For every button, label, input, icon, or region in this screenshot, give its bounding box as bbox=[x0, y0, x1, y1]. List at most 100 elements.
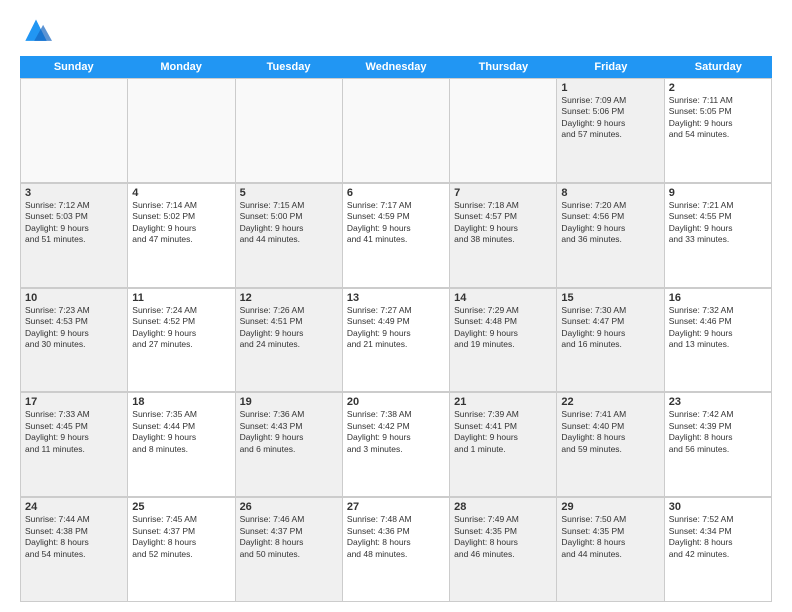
calendar-cell: 5Sunrise: 7:15 AM Sunset: 5:00 PM Daylig… bbox=[236, 183, 343, 287]
day-number: 14 bbox=[454, 292, 552, 304]
calendar-cell: 14Sunrise: 7:29 AM Sunset: 4:48 PM Dayli… bbox=[450, 288, 557, 392]
day-info: Sunrise: 7:29 AM Sunset: 4:48 PM Dayligh… bbox=[454, 305, 552, 351]
logo bbox=[20, 16, 56, 48]
header-day-sunday: Sunday bbox=[20, 56, 127, 78]
day-info: Sunrise: 7:41 AM Sunset: 4:40 PM Dayligh… bbox=[561, 409, 659, 455]
header-day-wednesday: Wednesday bbox=[342, 56, 449, 78]
calendar-cell: 29Sunrise: 7:50 AM Sunset: 4:35 PM Dayli… bbox=[557, 497, 664, 601]
calendar-cell: 30Sunrise: 7:52 AM Sunset: 4:34 PM Dayli… bbox=[665, 497, 772, 601]
calendar-cell bbox=[236, 78, 343, 182]
calendar-cell bbox=[450, 78, 557, 182]
calendar-cell: 19Sunrise: 7:36 AM Sunset: 4:43 PM Dayli… bbox=[236, 392, 343, 496]
calendar-cell: 13Sunrise: 7:27 AM Sunset: 4:49 PM Dayli… bbox=[343, 288, 450, 392]
day-info: Sunrise: 7:32 AM Sunset: 4:46 PM Dayligh… bbox=[669, 305, 767, 351]
calendar-cell: 18Sunrise: 7:35 AM Sunset: 4:44 PM Dayli… bbox=[128, 392, 235, 496]
calendar-cell: 20Sunrise: 7:38 AM Sunset: 4:42 PM Dayli… bbox=[343, 392, 450, 496]
day-number: 1 bbox=[561, 82, 659, 94]
calendar-cell: 27Sunrise: 7:48 AM Sunset: 4:36 PM Dayli… bbox=[343, 497, 450, 601]
day-info: Sunrise: 7:46 AM Sunset: 4:37 PM Dayligh… bbox=[240, 514, 338, 560]
day-number: 30 bbox=[669, 501, 767, 513]
calendar-cell: 8Sunrise: 7:20 AM Sunset: 4:56 PM Daylig… bbox=[557, 183, 664, 287]
day-info: Sunrise: 7:11 AM Sunset: 5:05 PM Dayligh… bbox=[669, 95, 767, 141]
day-number: 21 bbox=[454, 396, 552, 408]
calendar-cell bbox=[21, 78, 128, 182]
header-day-tuesday: Tuesday bbox=[235, 56, 342, 78]
calendar-cell: 26Sunrise: 7:46 AM Sunset: 4:37 PM Dayli… bbox=[236, 497, 343, 601]
day-info: Sunrise: 7:33 AM Sunset: 4:45 PM Dayligh… bbox=[25, 409, 123, 455]
day-info: Sunrise: 7:42 AM Sunset: 4:39 PM Dayligh… bbox=[669, 409, 767, 455]
calendar-cell: 23Sunrise: 7:42 AM Sunset: 4:39 PM Dayli… bbox=[665, 392, 772, 496]
day-number: 2 bbox=[669, 82, 767, 94]
calendar-week-5: 24Sunrise: 7:44 AM Sunset: 4:38 PM Dayli… bbox=[20, 497, 772, 602]
calendar-cell: 22Sunrise: 7:41 AM Sunset: 4:40 PM Dayli… bbox=[557, 392, 664, 496]
day-info: Sunrise: 7:38 AM Sunset: 4:42 PM Dayligh… bbox=[347, 409, 445, 455]
logo-icon bbox=[20, 16, 52, 48]
calendar-cell bbox=[343, 78, 450, 182]
day-number: 29 bbox=[561, 501, 659, 513]
day-info: Sunrise: 7:48 AM Sunset: 4:36 PM Dayligh… bbox=[347, 514, 445, 560]
day-info: Sunrise: 7:27 AM Sunset: 4:49 PM Dayligh… bbox=[347, 305, 445, 351]
calendar-cell: 2Sunrise: 7:11 AM Sunset: 5:05 PM Daylig… bbox=[665, 78, 772, 182]
day-number: 15 bbox=[561, 292, 659, 304]
day-info: Sunrise: 7:52 AM Sunset: 4:34 PM Dayligh… bbox=[669, 514, 767, 560]
calendar-cell: 17Sunrise: 7:33 AM Sunset: 4:45 PM Dayli… bbox=[21, 392, 128, 496]
calendar-cell: 28Sunrise: 7:49 AM Sunset: 4:35 PM Dayli… bbox=[450, 497, 557, 601]
day-number: 20 bbox=[347, 396, 445, 408]
day-number: 28 bbox=[454, 501, 552, 513]
header-day-friday: Friday bbox=[557, 56, 664, 78]
day-number: 5 bbox=[240, 187, 338, 199]
day-info: Sunrise: 7:30 AM Sunset: 4:47 PM Dayligh… bbox=[561, 305, 659, 351]
day-number: 19 bbox=[240, 396, 338, 408]
day-number: 27 bbox=[347, 501, 445, 513]
day-info: Sunrise: 7:49 AM Sunset: 4:35 PM Dayligh… bbox=[454, 514, 552, 560]
calendar: SundayMondayTuesdayWednesdayThursdayFrid… bbox=[20, 56, 772, 602]
day-number: 13 bbox=[347, 292, 445, 304]
day-number: 7 bbox=[454, 187, 552, 199]
day-number: 26 bbox=[240, 501, 338, 513]
day-info: Sunrise: 7:26 AM Sunset: 4:51 PM Dayligh… bbox=[240, 305, 338, 351]
day-info: Sunrise: 7:24 AM Sunset: 4:52 PM Dayligh… bbox=[132, 305, 230, 351]
calendar-cell: 24Sunrise: 7:44 AM Sunset: 4:38 PM Dayli… bbox=[21, 497, 128, 601]
day-number: 23 bbox=[669, 396, 767, 408]
page: SundayMondayTuesdayWednesdayThursdayFrid… bbox=[0, 0, 792, 612]
day-info: Sunrise: 7:15 AM Sunset: 5:00 PM Dayligh… bbox=[240, 200, 338, 246]
calendar-cell: 12Sunrise: 7:26 AM Sunset: 4:51 PM Dayli… bbox=[236, 288, 343, 392]
day-number: 8 bbox=[561, 187, 659, 199]
calendar-cell: 3Sunrise: 7:12 AM Sunset: 5:03 PM Daylig… bbox=[21, 183, 128, 287]
day-number: 16 bbox=[669, 292, 767, 304]
calendar-cell: 11Sunrise: 7:24 AM Sunset: 4:52 PM Dayli… bbox=[128, 288, 235, 392]
calendar-cell: 9Sunrise: 7:21 AM Sunset: 4:55 PM Daylig… bbox=[665, 183, 772, 287]
day-info: Sunrise: 7:17 AM Sunset: 4:59 PM Dayligh… bbox=[347, 200, 445, 246]
calendar-cell: 15Sunrise: 7:30 AM Sunset: 4:47 PM Dayli… bbox=[557, 288, 664, 392]
calendar-week-3: 10Sunrise: 7:23 AM Sunset: 4:53 PM Dayli… bbox=[20, 288, 772, 393]
calendar-cell: 7Sunrise: 7:18 AM Sunset: 4:57 PM Daylig… bbox=[450, 183, 557, 287]
day-info: Sunrise: 7:44 AM Sunset: 4:38 PM Dayligh… bbox=[25, 514, 123, 560]
calendar-body: 1Sunrise: 7:09 AM Sunset: 5:06 PM Daylig… bbox=[20, 78, 772, 602]
header-day-monday: Monday bbox=[127, 56, 234, 78]
day-info: Sunrise: 7:12 AM Sunset: 5:03 PM Dayligh… bbox=[25, 200, 123, 246]
day-info: Sunrise: 7:14 AM Sunset: 5:02 PM Dayligh… bbox=[132, 200, 230, 246]
calendar-week-2: 3Sunrise: 7:12 AM Sunset: 5:03 PM Daylig… bbox=[20, 183, 772, 288]
day-info: Sunrise: 7:39 AM Sunset: 4:41 PM Dayligh… bbox=[454, 409, 552, 455]
day-number: 11 bbox=[132, 292, 230, 304]
calendar-week-4: 17Sunrise: 7:33 AM Sunset: 4:45 PM Dayli… bbox=[20, 392, 772, 497]
calendar-cell: 16Sunrise: 7:32 AM Sunset: 4:46 PM Dayli… bbox=[665, 288, 772, 392]
day-info: Sunrise: 7:21 AM Sunset: 4:55 PM Dayligh… bbox=[669, 200, 767, 246]
day-info: Sunrise: 7:35 AM Sunset: 4:44 PM Dayligh… bbox=[132, 409, 230, 455]
day-number: 10 bbox=[25, 292, 123, 304]
calendar-cell: 25Sunrise: 7:45 AM Sunset: 4:37 PM Dayli… bbox=[128, 497, 235, 601]
day-number: 6 bbox=[347, 187, 445, 199]
calendar-cell: 10Sunrise: 7:23 AM Sunset: 4:53 PM Dayli… bbox=[21, 288, 128, 392]
day-info: Sunrise: 7:20 AM Sunset: 4:56 PM Dayligh… bbox=[561, 200, 659, 246]
day-info: Sunrise: 7:36 AM Sunset: 4:43 PM Dayligh… bbox=[240, 409, 338, 455]
day-info: Sunrise: 7:45 AM Sunset: 4:37 PM Dayligh… bbox=[132, 514, 230, 560]
day-info: Sunrise: 7:18 AM Sunset: 4:57 PM Dayligh… bbox=[454, 200, 552, 246]
day-number: 22 bbox=[561, 396, 659, 408]
day-number: 4 bbox=[132, 187, 230, 199]
header-day-thursday: Thursday bbox=[450, 56, 557, 78]
day-info: Sunrise: 7:50 AM Sunset: 4:35 PM Dayligh… bbox=[561, 514, 659, 560]
day-info: Sunrise: 7:23 AM Sunset: 4:53 PM Dayligh… bbox=[25, 305, 123, 351]
day-number: 3 bbox=[25, 187, 123, 199]
day-number: 17 bbox=[25, 396, 123, 408]
header bbox=[20, 16, 772, 48]
